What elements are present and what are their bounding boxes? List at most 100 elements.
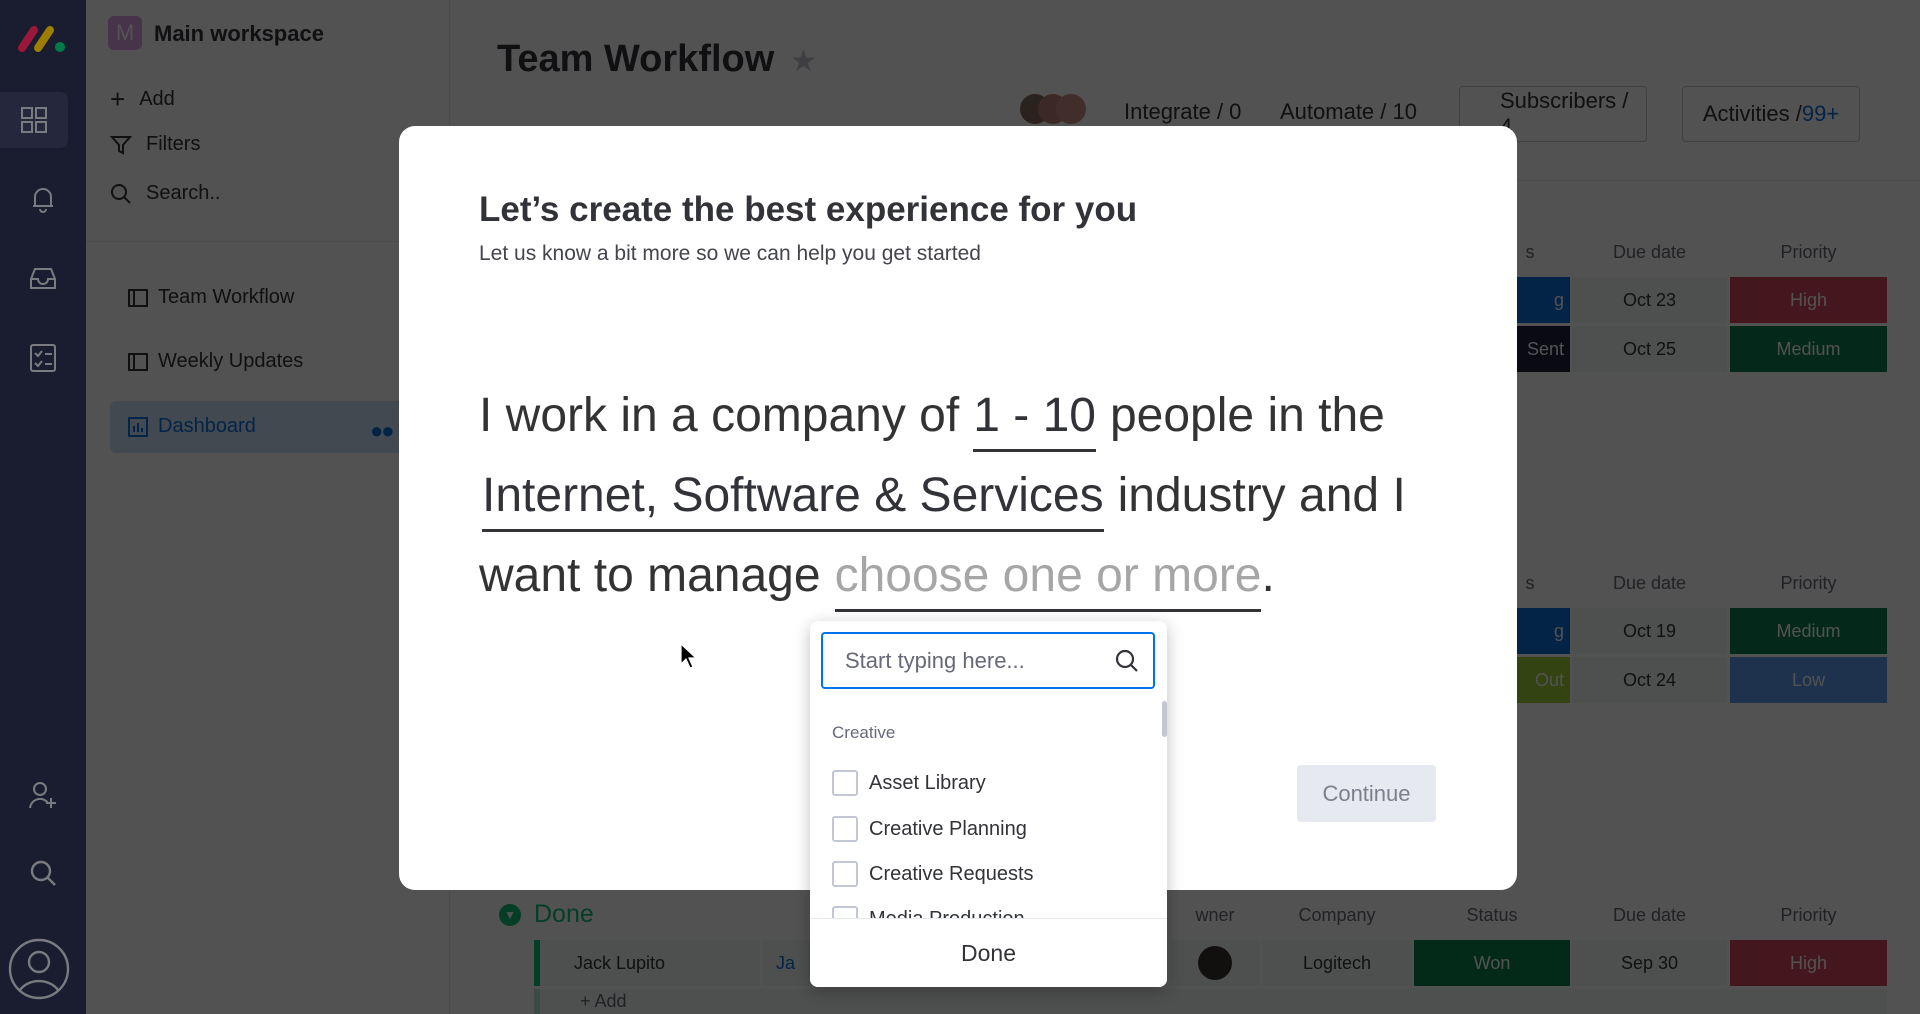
dropdown-search-input[interactable] xyxy=(845,647,1095,674)
filter-icon xyxy=(110,135,132,155)
mouse-cursor-icon xyxy=(680,643,698,669)
status-cell[interactable]: Won xyxy=(1414,940,1570,986)
search-label: Search.. xyxy=(146,182,221,204)
search-icon xyxy=(111,183,131,204)
column-header-priority: Priority xyxy=(1780,905,1837,925)
column-header-due-date: Due date xyxy=(1612,242,1687,262)
filters-label: Filters xyxy=(146,133,201,155)
inbox-icon[interactable] xyxy=(22,258,64,300)
due-date-cell[interactable]: Oct 19 xyxy=(1572,608,1727,654)
search-button[interactable]: Search.. xyxy=(110,182,220,205)
integrate-button[interactable]: Integrate / 0 xyxy=(1124,99,1241,125)
industry-select[interactable]: Internet, Software & Services xyxy=(482,468,1104,532)
modal-title: Let’s create the best experience for you xyxy=(479,190,1138,229)
manage-dropdown: Creative Asset Library Creative Planning… xyxy=(810,621,1167,987)
left-icon-bar xyxy=(0,0,86,1014)
plus-icon: + xyxy=(110,84,126,114)
owner-cell[interactable] xyxy=(1170,940,1260,986)
dropdown-scrollbar[interactable] xyxy=(1162,701,1167,737)
add-label: Add xyxy=(139,88,175,110)
checkbox[interactable] xyxy=(832,770,858,796)
option-creative-requests[interactable]: Creative Requests xyxy=(832,861,1034,887)
sentence-text: want to manage xyxy=(479,549,821,602)
activities-button[interactable]: Activities /99+ xyxy=(1682,86,1860,142)
board-icon xyxy=(128,352,148,371)
sentence-line-1: I work in a company of 1 - 10 people in … xyxy=(479,388,1385,452)
sentence-line-3: want to manage choose one or more. xyxy=(479,548,1275,612)
sentence-text: people in the xyxy=(1109,389,1385,442)
sentence-line-2: Internet, Software & Services industry a… xyxy=(479,468,1406,532)
option-creative-planning[interactable]: Creative Planning xyxy=(832,816,1027,842)
dashboard-row[interactable]: Dashboard xyxy=(128,415,256,438)
divider xyxy=(86,241,450,242)
column-header-status: Status xyxy=(1466,905,1518,925)
collapse-group-icon[interactable]: ▼ xyxy=(499,904,521,926)
option-label: Creative Requests xyxy=(869,862,1034,885)
manage-select[interactable]: choose one or more xyxy=(834,548,1262,612)
company-size-select[interactable]: 1 - 10 xyxy=(973,388,1096,452)
option-label: Asset Library xyxy=(869,771,986,794)
activities-label: Activities / xyxy=(1702,101,1802,126)
invite-user-icon[interactable] xyxy=(22,774,64,816)
dropdown-done-button[interactable]: Done xyxy=(810,918,1167,987)
sentence-text: industry and I xyxy=(1117,469,1406,522)
option-asset-library[interactable]: Asset Library xyxy=(832,770,986,796)
due-date-cell[interactable]: Oct 23 xyxy=(1572,277,1727,323)
filters-button[interactable]: Filters xyxy=(110,133,200,156)
group-title[interactable]: Done xyxy=(534,900,594,929)
sentence-period: . xyxy=(1261,549,1275,602)
user-avatar-icon[interactable] xyxy=(8,938,70,1000)
checkbox[interactable] xyxy=(832,816,858,842)
column-header-due-date: Due date xyxy=(1612,573,1687,593)
priority-cell[interactable]: Medium xyxy=(1730,608,1887,654)
add-item-row[interactable]: + Add xyxy=(534,989,1887,1014)
item-name-cell[interactable]: Jack Lupito xyxy=(534,940,760,986)
modal-subtitle: Let us know a bit more so we can help yo… xyxy=(479,242,981,265)
workspace-avatar: M xyxy=(108,16,142,50)
column-header-company: Company xyxy=(1298,905,1376,925)
column-header-priority: Priority xyxy=(1780,242,1837,262)
workspace-name[interactable]: Main workspace xyxy=(154,21,324,47)
board-title: Team Workflow xyxy=(497,38,775,80)
owner-avatar xyxy=(1198,946,1232,980)
priority-cell[interactable]: Medium xyxy=(1730,326,1887,372)
column-header-due-date: Due date xyxy=(1612,905,1687,925)
column-header-priority: Priority xyxy=(1780,573,1837,593)
add-button[interactable]: + Add xyxy=(110,84,175,115)
priority-cell[interactable]: High xyxy=(1730,277,1887,323)
column-header: s xyxy=(1525,242,1535,262)
board-icon xyxy=(128,288,148,307)
board-item-weekly-updates[interactable]: Weekly Updates xyxy=(128,350,303,373)
bell-icon[interactable] xyxy=(22,178,64,220)
priority-cell[interactable]: Low xyxy=(1730,657,1887,703)
checkbox[interactable] xyxy=(832,861,858,887)
grid-icon[interactable] xyxy=(0,92,68,148)
search-icon xyxy=(1115,649,1138,672)
dashboard-icon xyxy=(128,416,148,437)
search-icon[interactable] xyxy=(22,852,64,894)
board-label: Dashboard xyxy=(158,415,256,437)
automate-button[interactable]: Automate / 10 xyxy=(1280,99,1417,125)
monday-logo[interactable] xyxy=(16,22,70,54)
board-item-team-workflow[interactable]: Team Workflow xyxy=(128,286,294,309)
due-date-cell[interactable]: Oct 24 xyxy=(1572,657,1727,703)
column-header: s xyxy=(1525,573,1535,593)
star-icon[interactable]: ★ xyxy=(790,44,817,79)
priority-cell[interactable]: High xyxy=(1730,940,1887,986)
company-cell[interactable]: Logitech xyxy=(1262,940,1412,986)
board-label: Team Workflow xyxy=(158,286,295,308)
member-avatars[interactable] xyxy=(1020,94,1086,124)
checklist-icon[interactable] xyxy=(22,337,64,379)
more-options-icon[interactable]: ●● xyxy=(370,418,395,444)
due-date-cell[interactable]: Oct 25 xyxy=(1572,326,1727,372)
activities-count: 99+ xyxy=(1801,101,1840,126)
due-date-cell[interactable]: Sep 30 xyxy=(1572,940,1727,986)
workspace-panel: M Main workspace + Add Filters Search.. T… xyxy=(86,0,450,1014)
option-label: Creative Planning xyxy=(869,817,1027,840)
dropdown-category: Creative xyxy=(832,723,896,742)
continue-button[interactable]: Continue xyxy=(1297,765,1436,822)
sentence-text: I work in a company of xyxy=(479,389,960,442)
board-label: Weekly Updates xyxy=(158,350,304,372)
dropdown-search[interactable] xyxy=(821,632,1155,689)
column-header-owner: wner xyxy=(1195,905,1235,925)
